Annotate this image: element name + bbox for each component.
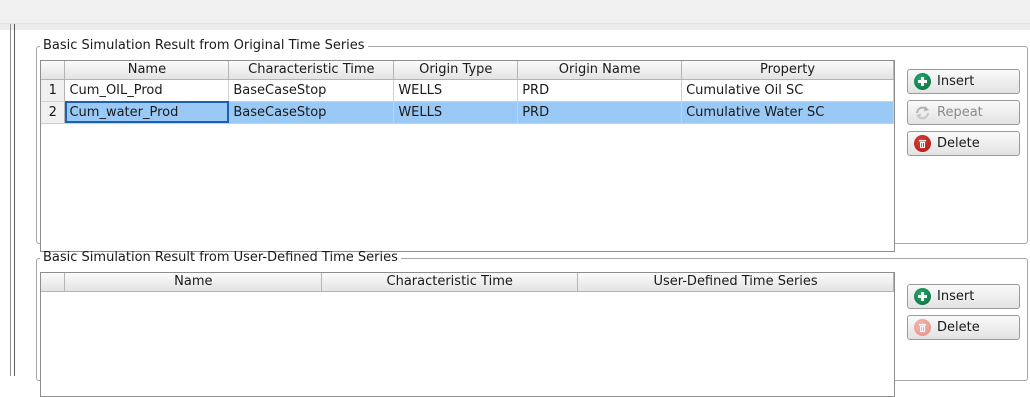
column-header-origin-type[interactable]: Origin Type: [393, 61, 519, 80]
left-divider: [10, 24, 11, 376]
repeat-button-label: Repeat: [937, 105, 983, 120]
corner-header: [41, 273, 66, 292]
origin-type-cell[interactable]: WELLS: [393, 79, 519, 102]
original-header-row: Name Characteristic Time Origin Type Ori…: [41, 61, 894, 80]
column-header-name[interactable]: Name: [64, 273, 323, 292]
name-cell[interactable]: Cum_OIL_Prod: [64, 79, 230, 102]
original-group-legend: Basic Simulation Result from Original Ti…: [43, 38, 365, 53]
delete-button-label: Delete: [937, 136, 980, 151]
origin-type-cell[interactable]: WELLS: [393, 101, 519, 124]
delete-button[interactable]: Delete: [907, 131, 1020, 156]
property-cell[interactable]: Cumulative Water SC: [681, 101, 894, 124]
table-row[interactable]: 1 Cum_OIL_Prod BaseCaseStop WELLS PRD Cu…: [41, 79, 894, 102]
delete-button[interactable]: Delete: [907, 315, 1020, 340]
row-number[interactable]: 2: [41, 101, 66, 124]
trash-icon: [914, 319, 931, 336]
column-header-origin-name[interactable]: Origin Name: [517, 61, 683, 80]
corner-header: [41, 61, 66, 80]
insert-button-label: Insert: [937, 289, 975, 304]
user-defined-results-table[interactable]: Name Characteristic Time User-Defined Ti…: [40, 272, 895, 397]
insert-button[interactable]: Insert: [907, 69, 1020, 94]
user-defined-header-row: Name Characteristic Time User-Defined Ti…: [41, 273, 894, 292]
row-number[interactable]: 1: [41, 79, 66, 102]
top-toolbar-area: [0, 0, 1030, 24]
delete-button-label: Delete: [937, 320, 980, 335]
trash-icon: [914, 135, 931, 152]
plus-circle-icon: [914, 288, 931, 305]
user-defined-group-legend: Basic Simulation Result from User-Define…: [43, 250, 398, 265]
column-header-name[interactable]: Name: [64, 61, 230, 80]
insert-button-label: Insert: [937, 74, 975, 89]
repeat-button[interactable]: Repeat: [907, 100, 1020, 125]
insert-button[interactable]: Insert: [907, 284, 1020, 309]
left-splitter[interactable]: [14, 24, 15, 376]
column-header-characteristic-time[interactable]: Characteristic Time: [228, 61, 395, 80]
original-results-table[interactable]: Name Characteristic Time Origin Type Ori…: [40, 60, 895, 252]
origin-name-cell[interactable]: PRD: [517, 101, 683, 124]
plus-circle-icon: [914, 73, 931, 90]
characteristic-time-cell[interactable]: BaseCaseStop: [228, 79, 395, 102]
repeat-icon: [914, 104, 931, 121]
column-header-user-defined-time-series[interactable]: User-Defined Time Series: [577, 273, 894, 292]
original-time-series-group: Basic Simulation Result from Original Ti…: [36, 38, 1028, 252]
origin-name-cell[interactable]: PRD: [517, 79, 683, 102]
column-header-property[interactable]: Property: [681, 61, 894, 80]
column-header-characteristic-time[interactable]: Characteristic Time: [321, 273, 579, 292]
name-cell-active[interactable]: Cum_water_Prod: [64, 101, 230, 124]
toolbar-edge: [0, 24, 1030, 30]
table-row-selected[interactable]: 2 Cum_water_Prod BaseCaseStop WELLS PRD …: [41, 101, 894, 124]
property-cell[interactable]: Cumulative Oil SC: [681, 79, 894, 102]
characteristic-time-cell[interactable]: BaseCaseStop: [228, 101, 395, 124]
user-defined-time-series-group: Basic Simulation Result from User-Define…: [36, 250, 1028, 397]
